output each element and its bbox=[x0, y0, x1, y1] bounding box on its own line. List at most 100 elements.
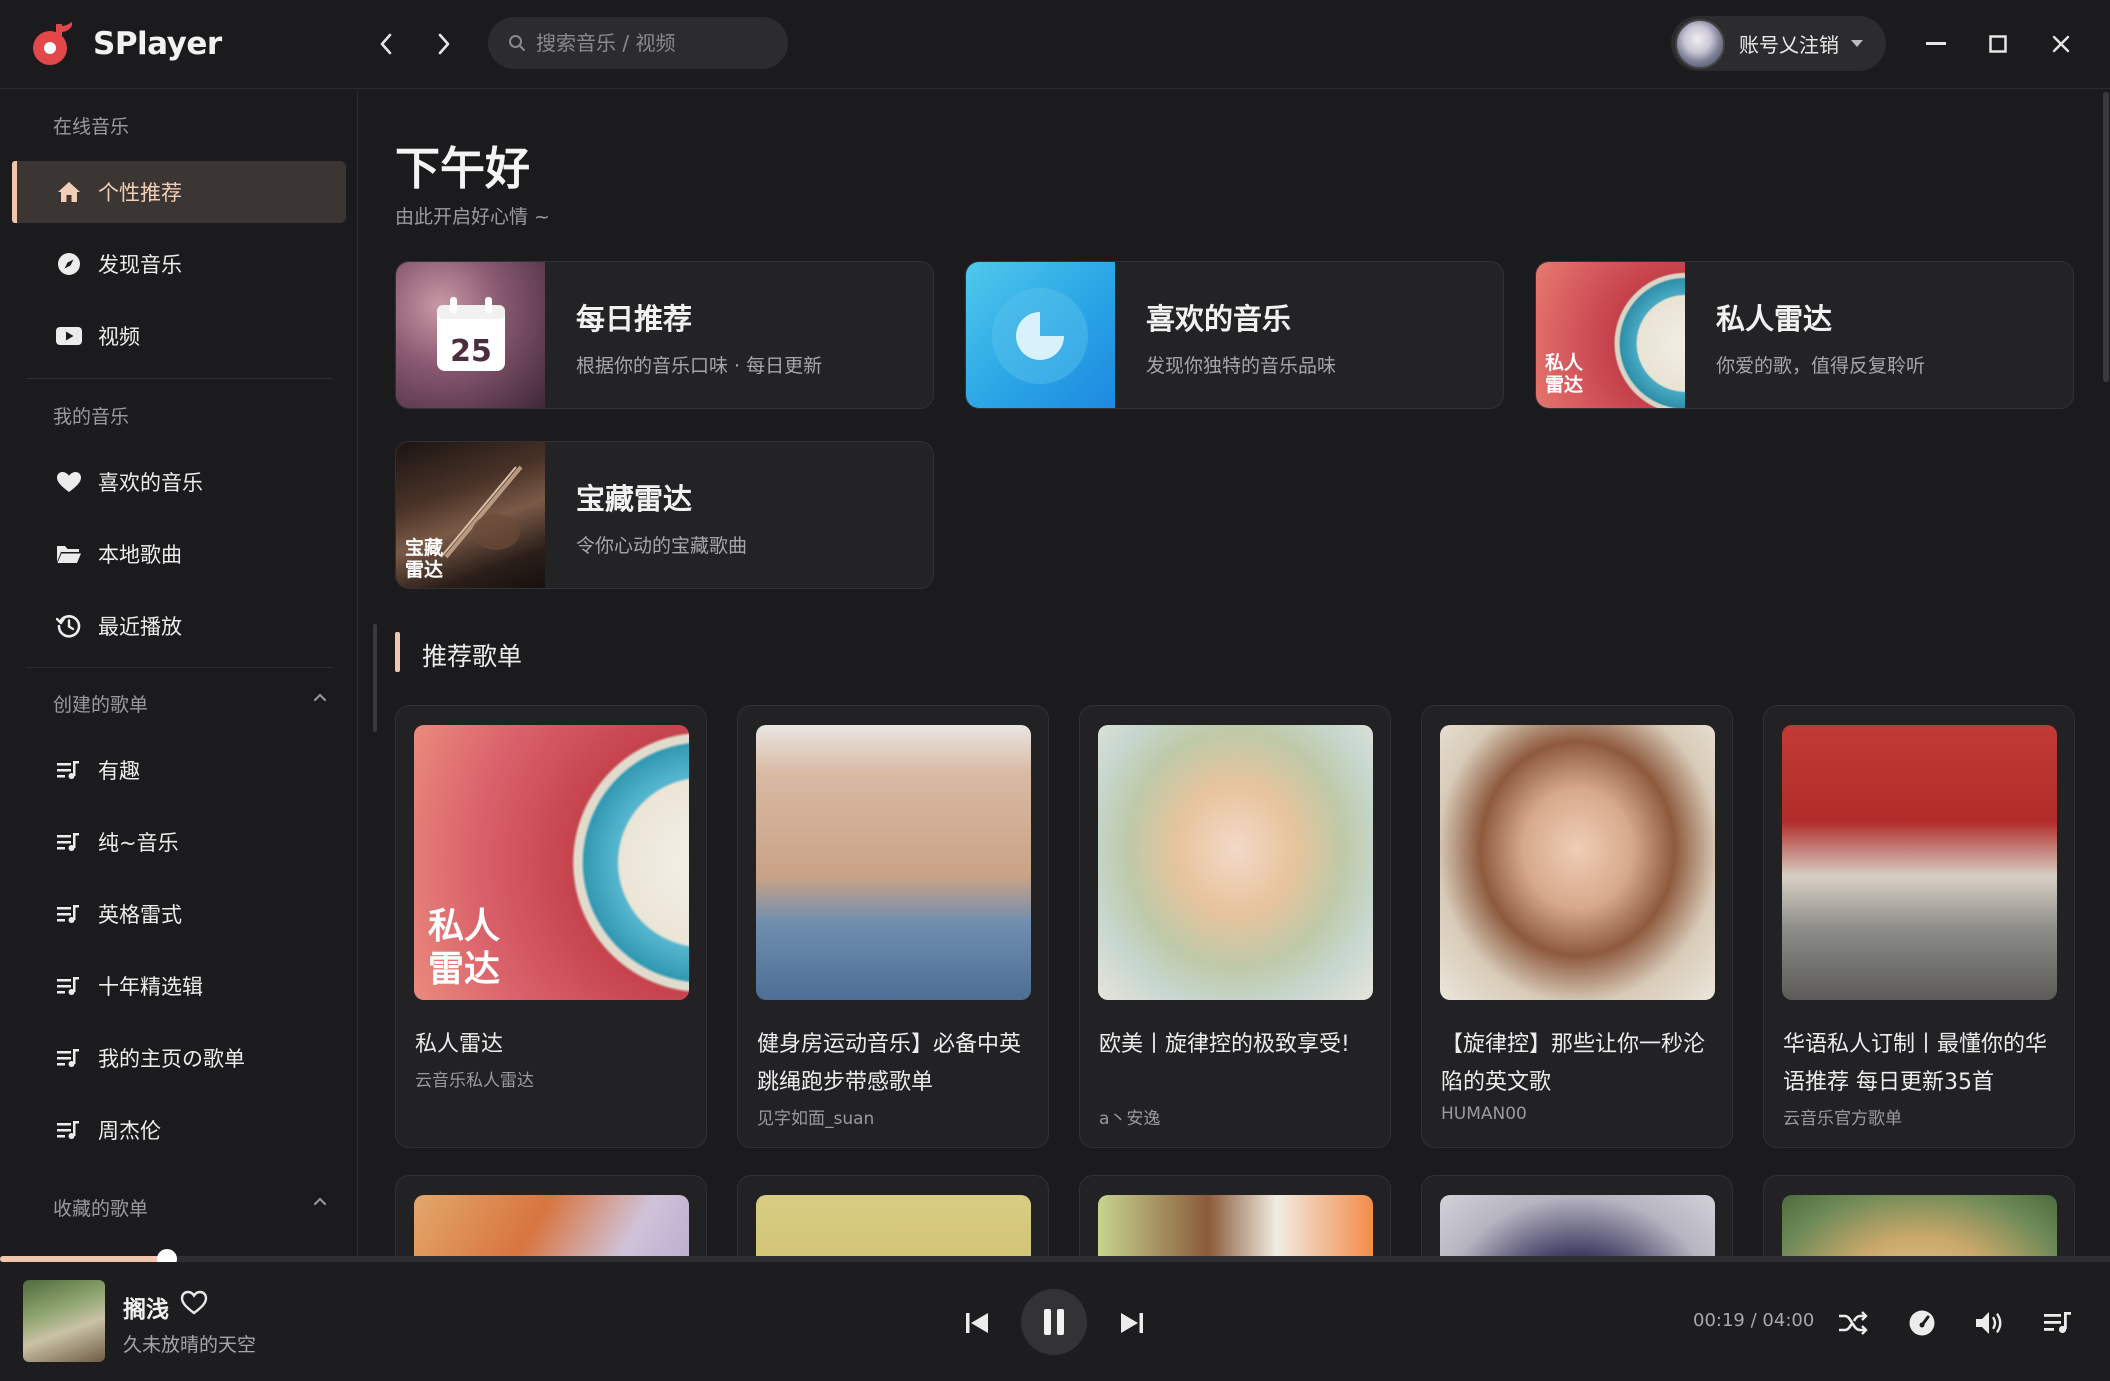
playlist-icon bbox=[56, 1117, 82, 1143]
playlist-card[interactable] bbox=[395, 1175, 707, 1262]
feature-title: 私人雷达 bbox=[1716, 302, 1833, 336]
skip-next-icon bbox=[1121, 1313, 1143, 1333]
minimize-icon bbox=[1926, 42, 1946, 45]
close-icon bbox=[2052, 35, 2070, 53]
playlist-title: 健身房运动音乐】必备中英跳绳跑步带感歌单 bbox=[757, 1032, 1022, 1095]
sidebar-item-playlist[interactable]: 我的主页の歌单 bbox=[12, 1027, 346, 1089]
playlist-card[interactable]: 华语私人订制丨最懂你的华语推荐 每日更新35首 云音乐官方歌单 bbox=[1763, 705, 2075, 1148]
radar-cover: 私人 雷达 bbox=[1536, 262, 1685, 408]
compass-icon bbox=[56, 251, 82, 277]
feature-title: 宝藏雷达 bbox=[576, 482, 693, 516]
shuffle-button[interactable] bbox=[1836, 1306, 1870, 1340]
playlist-icon bbox=[56, 757, 82, 783]
minimize-button[interactable] bbox=[1918, 26, 1954, 62]
next-button[interactable] bbox=[1115, 1308, 1149, 1338]
section-title-online: 在线音乐 bbox=[53, 116, 130, 138]
queue-icon bbox=[2044, 1312, 2071, 1334]
chevron-up-icon bbox=[314, 693, 326, 701]
greeting-subtitle: 由此开启好心情 ~ bbox=[395, 206, 550, 228]
playlist-cover bbox=[756, 725, 1031, 1000]
cover-text: 私人 雷达 bbox=[428, 906, 501, 990]
volume-button[interactable] bbox=[1973, 1306, 2007, 1340]
playlist-card[interactable] bbox=[737, 1175, 1049, 1262]
account-button[interactable]: 账号乂注销 bbox=[1671, 16, 1886, 71]
current-time: 00:19 bbox=[1693, 1310, 1745, 1331]
sidebar: 在线音乐 个性推荐 发现音乐 视频 我的音乐 喜欢的音乐 本地歌曲 最近播放 创… bbox=[0, 90, 358, 1262]
skip-previous-icon bbox=[966, 1313, 988, 1333]
app-logo-icon bbox=[33, 22, 72, 65]
cover-text: 私人 雷达 bbox=[1545, 352, 1584, 396]
playlist-title: 【旋律控】那些让你一秒沦陷的英文歌 bbox=[1441, 1032, 1706, 1095]
section-title-collected[interactable]: 收藏的歌单 bbox=[53, 1194, 326, 1221]
vertical-scrollbar[interactable] bbox=[2103, 92, 2109, 382]
playlist-queue-button[interactable] bbox=[2041, 1306, 2075, 1340]
feature-private-radar[interactable]: 私人 雷达 私人雷达 你爱的歌，值得反复聆听 bbox=[1535, 261, 2074, 409]
account-name: 账号乂注销 bbox=[1739, 33, 1839, 57]
feature-title: 喜欢的音乐 bbox=[1146, 302, 1292, 336]
section-title-label: 创建的歌单 bbox=[53, 694, 149, 716]
previous-button[interactable] bbox=[960, 1308, 994, 1338]
sidebar-item-liked[interactable]: 喜欢的音乐 bbox=[12, 451, 346, 513]
playlist-card[interactable]: 欧美丨旋律控的极致享受! a丶安逸 bbox=[1079, 705, 1391, 1148]
sidebar-item-video[interactable]: 视频 bbox=[12, 305, 346, 367]
feature-desc: 发现你独特的音乐品味 bbox=[1146, 355, 1337, 377]
divider bbox=[26, 667, 333, 668]
playlist-card[interactable]: 健身房运动音乐】必备中英跳绳跑步带感歌单 见字如面_suan bbox=[737, 705, 1049, 1148]
search-input[interactable] bbox=[536, 31, 776, 55]
heart-outline-icon[interactable] bbox=[180, 1290, 208, 1315]
search-icon bbox=[509, 35, 525, 51]
playlist-title: 欧美丨旋律控的极致享受! bbox=[1099, 1032, 1350, 1057]
sidebar-item-playlist[interactable]: 十年精选辑 bbox=[12, 955, 346, 1017]
sidebar-item-playlist[interactable]: 有趣 bbox=[12, 739, 346, 801]
sidebar-item-playlist[interactable]: 周杰伦 bbox=[12, 1099, 346, 1161]
greeting: 下午好 bbox=[395, 142, 531, 195]
sidebar-item-label: 本地歌曲 bbox=[98, 543, 182, 567]
playlist-card[interactable] bbox=[1421, 1175, 1733, 1262]
sidebar-item-recent[interactable]: 最近播放 bbox=[12, 595, 346, 657]
sidebar-item-label: 喜欢的音乐 bbox=[98, 471, 203, 495]
playlist-icon bbox=[56, 973, 82, 999]
feature-treasure-radar[interactable]: 宝藏 雷达 宝藏雷达 令你心动的宝藏歌曲 bbox=[395, 441, 934, 589]
playlist-card[interactable]: 私人 雷达 私人雷达 云音乐私人雷达 bbox=[395, 705, 707, 1148]
maximize-button[interactable] bbox=[1980, 26, 2016, 62]
feature-liked-music[interactable]: 喜欢的音乐 发现你独特的音乐品味 bbox=[965, 261, 1504, 409]
feature-desc: 令你心动的宝藏歌曲 bbox=[576, 535, 748, 557]
feature-daily-recommend[interactable]: 25 每日推荐 根据你的音乐口味 · 每日更新 bbox=[395, 261, 934, 409]
main-content: 下午好 由此开启好心情 ~ 25 每日推荐 根据你的音乐口味 · 每日更新 喜欢… bbox=[359, 90, 2110, 1262]
play-pause-button[interactable] bbox=[1021, 1289, 1087, 1355]
now-playing-artist[interactable]: 久未放晴的天空 bbox=[123, 1330, 256, 1357]
playlist-card[interactable] bbox=[1079, 1175, 1391, 1262]
playlist-cover bbox=[1440, 1195, 1715, 1262]
folder-icon bbox=[56, 541, 82, 567]
forward-button[interactable] bbox=[427, 27, 461, 61]
search-box[interactable] bbox=[488, 17, 788, 69]
app-name: SPlayer bbox=[93, 26, 222, 62]
sidebar-item-discover[interactable]: 发现音乐 bbox=[12, 233, 346, 295]
section-heading-recommended-playlists: 推荐歌单 bbox=[422, 642, 523, 671]
sidebar-item-recommend[interactable]: 个性推荐 bbox=[12, 161, 346, 223]
playlist-icon bbox=[56, 901, 82, 927]
playlist-card[interactable] bbox=[1763, 1175, 2075, 1262]
disc-icon bbox=[992, 288, 1088, 384]
now-playing-title[interactable]: 搁浅 bbox=[123, 1290, 169, 1324]
speedometer-icon bbox=[1909, 1310, 1935, 1336]
back-button[interactable] bbox=[369, 27, 403, 61]
now-playing-cover[interactable] bbox=[23, 1280, 105, 1362]
sidebar-item-local[interactable]: 本地歌曲 bbox=[12, 523, 346, 585]
sidebar-item-label: 十年精选辑 bbox=[98, 975, 203, 999]
sidebar-item-label: 有趣 bbox=[98, 759, 140, 783]
close-button[interactable] bbox=[2043, 26, 2079, 62]
section-title-created[interactable]: 创建的歌单 bbox=[53, 690, 326, 717]
playlist-card[interactable]: 【旋律控】那些让你一秒沦陷的英文歌 HUMAN00 bbox=[1421, 705, 1733, 1148]
section-title-mine: 我的音乐 bbox=[53, 406, 130, 428]
playlist-icon bbox=[56, 1045, 82, 1071]
sidebar-item-playlist[interactable]: 纯~音乐 bbox=[12, 811, 346, 873]
scroll-indicator bbox=[373, 624, 377, 732]
chevron-right-icon bbox=[438, 33, 450, 55]
sidebar-item-label: 视频 bbox=[98, 325, 140, 349]
speed-button[interactable] bbox=[1905, 1306, 1939, 1340]
playlist-creator: 云音乐官方歌单 bbox=[1783, 1109, 1902, 1129]
sidebar-item-playlist[interactable]: 英格雷式 bbox=[12, 883, 346, 945]
heart-icon bbox=[56, 469, 82, 495]
playlist-cover bbox=[1098, 725, 1373, 1000]
